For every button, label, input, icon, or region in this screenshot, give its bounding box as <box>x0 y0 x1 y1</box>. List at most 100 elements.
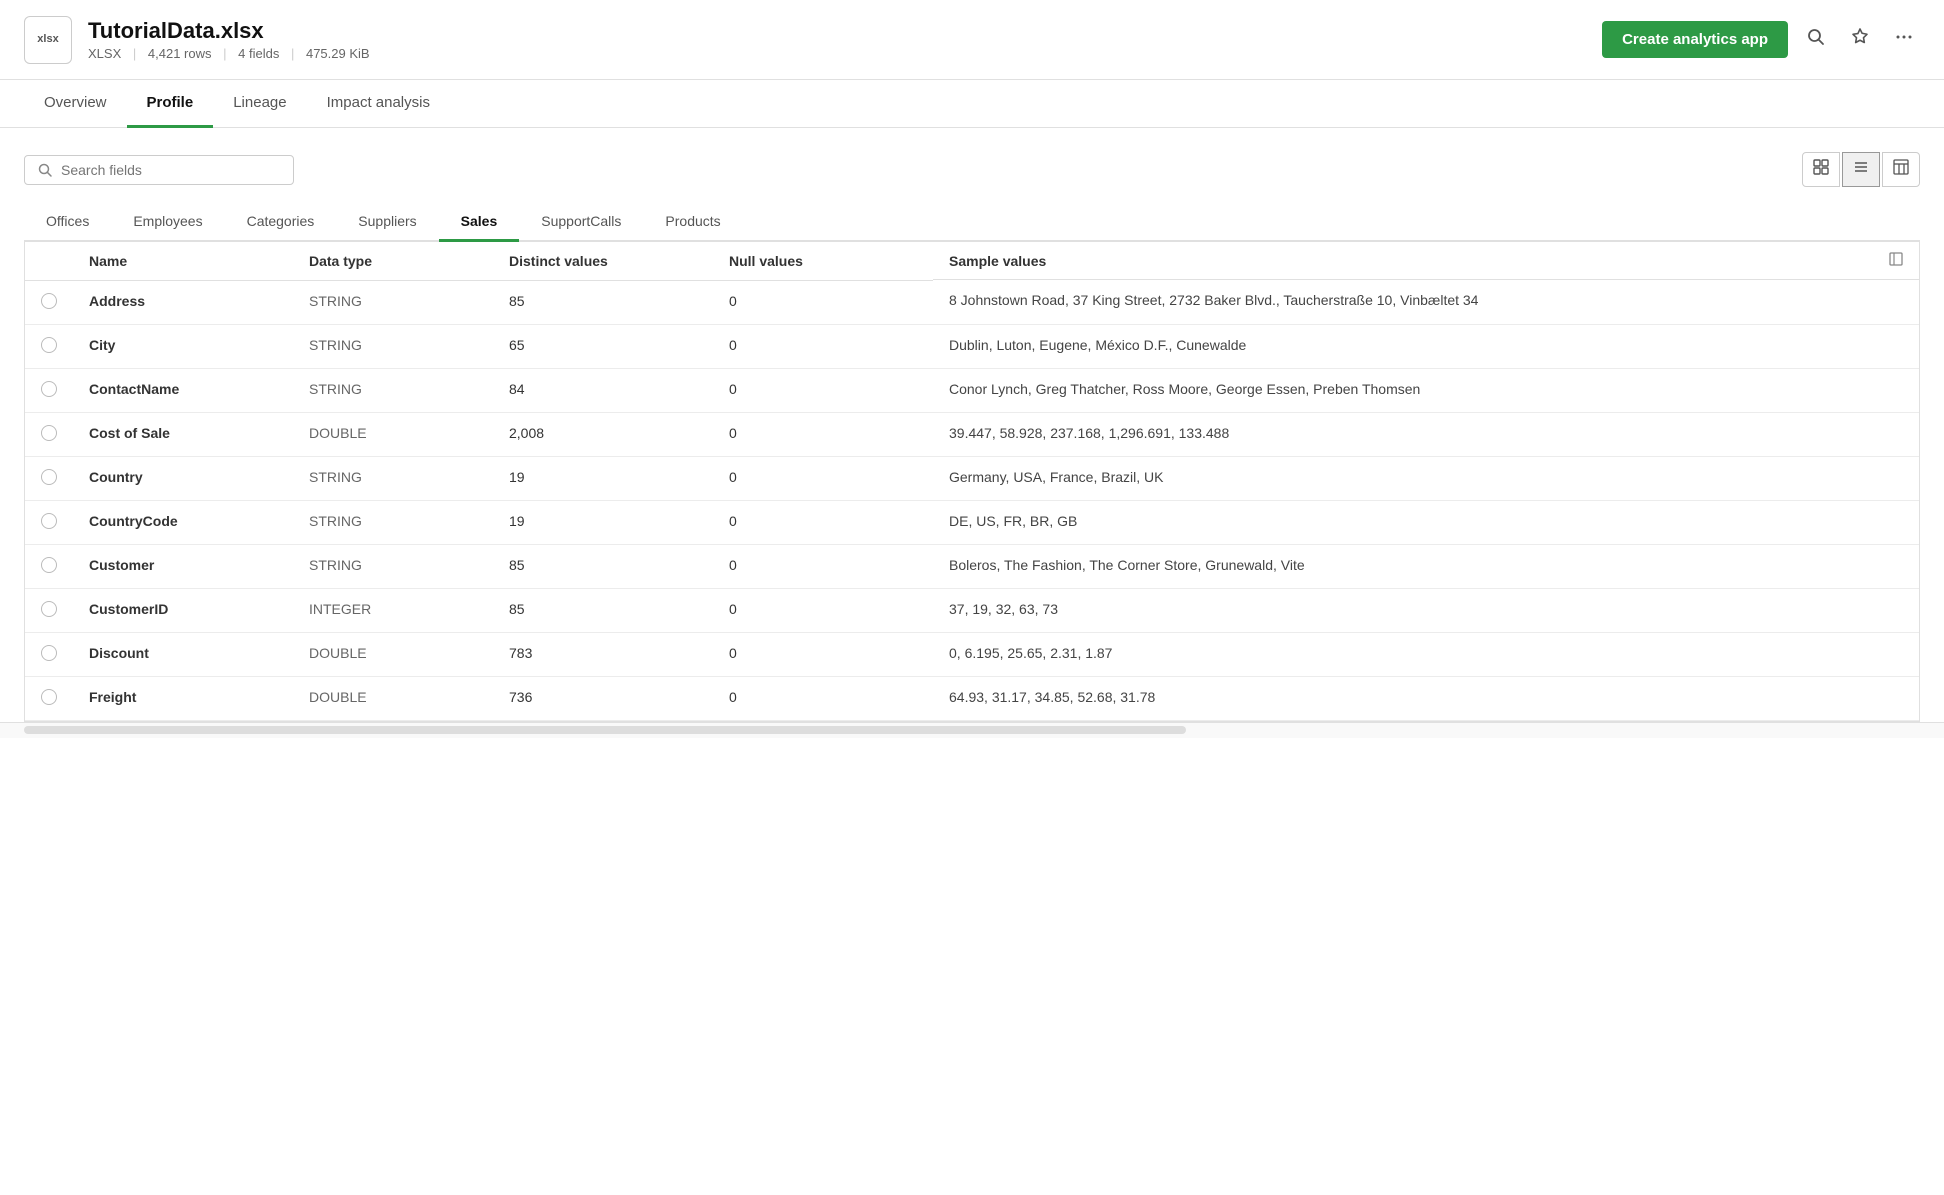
null-values-number: 0 <box>729 513 737 529</box>
row-checkbox-cell <box>25 280 73 324</box>
null-values-number: 0 <box>729 689 737 705</box>
distinct-values-cell: 84 <box>493 368 713 412</box>
sheet-tab-offices[interactable]: Offices <box>24 203 111 242</box>
sheet-tab-sales[interactable]: Sales <box>439 203 520 242</box>
row-checkbox[interactable] <box>41 337 57 353</box>
sheet-tab-suppliers[interactable]: Suppliers <box>336 203 438 242</box>
field-name-cell: City <box>73 324 293 368</box>
sample-values-text: Boleros, The Fashion, The Corner Store, … <box>949 557 1305 573</box>
table-header-row: Name Data type Distinct values Null valu… <box>25 242 1919 280</box>
data-type-value: STRING <box>309 557 362 573</box>
search-input[interactable] <box>61 162 281 178</box>
row-checkbox[interactable] <box>41 645 57 661</box>
sample-values-text: 39.447, 58.928, 237.168, 1,296.691, 133.… <box>949 425 1229 441</box>
view-controls <box>1802 152 1920 187</box>
bottom-scroll-bar <box>0 722 1944 738</box>
col-header-name: Name <box>73 242 293 280</box>
table-view-button[interactable] <box>1882 152 1920 187</box>
search-bar-row <box>24 152 1920 187</box>
app-header: xlsx TutorialData.xlsx XLSX | 4,421 rows… <box>0 0 1944 80</box>
table-row: Cost of Sale DOUBLE 2,008 0 39.447, 58.9… <box>25 412 1919 456</box>
data-type-cell: STRING <box>293 500 493 544</box>
grid-view-button[interactable] <box>1802 152 1840 187</box>
distinct-values-number: 783 <box>509 645 532 661</box>
sheet-tab-products[interactable]: Products <box>643 203 742 242</box>
row-checkbox[interactable] <box>41 425 57 441</box>
list-view-button[interactable] <box>1842 152 1880 187</box>
distinct-values-cell: 65 <box>493 324 713 368</box>
data-type-value: STRING <box>309 337 362 353</box>
row-checkbox-cell <box>25 632 73 676</box>
field-name: ContactName <box>89 381 179 397</box>
sample-values-label: Sample values <box>949 253 1046 269</box>
null-values-cell: 0 <box>713 368 933 412</box>
distinct-values-cell: 85 <box>493 588 713 632</box>
field-name-cell: Address <box>73 280 293 324</box>
null-values-number: 0 <box>729 337 737 353</box>
row-checkbox[interactable] <box>41 557 57 573</box>
sep1: | <box>133 46 136 61</box>
sample-values-expand-button[interactable] <box>1885 252 1903 269</box>
col-header-null-values: Null values <box>713 242 933 280</box>
tab-impact-analysis[interactable]: Impact analysis <box>307 80 450 128</box>
search-icon-button[interactable] <box>1800 23 1832 56</box>
row-checkbox-cell <box>25 412 73 456</box>
col-header-distinct-values: Distinct values <box>493 242 713 280</box>
distinct-values-number: 736 <box>509 689 532 705</box>
table-body: Address STRING 85 0 8 Johnstown Road, 37… <box>25 280 1919 720</box>
null-values-number: 0 <box>729 557 737 573</box>
data-table: Name Data type Distinct values Null valu… <box>25 242 1919 721</box>
sample-values-text: Conor Lynch, Greg Thatcher, Ross Moore, … <box>949 381 1420 397</box>
null-values-cell: 0 <box>713 632 933 676</box>
table-row: Country STRING 19 0 Germany, USA, France… <box>25 456 1919 500</box>
star-icon <box>1850 27 1870 47</box>
null-values-number: 0 <box>729 469 737 485</box>
field-name-cell: Cost of Sale <box>73 412 293 456</box>
nav-tabs: Overview Profile Lineage Impact analysis <box>0 80 1944 128</box>
sample-values-cell: 37, 19, 32, 63, 73 <box>933 588 1919 632</box>
sheet-tab-employees[interactable]: Employees <box>111 203 224 242</box>
tab-profile[interactable]: Profile <box>127 80 214 128</box>
search-icon <box>1806 27 1826 47</box>
expand-icon <box>1889 252 1903 266</box>
null-values-cell: 0 <box>713 324 933 368</box>
data-type-cell: INTEGER <box>293 588 493 632</box>
field-name: CustomerID <box>89 601 168 617</box>
more-options-button[interactable] <box>1888 23 1920 56</box>
star-icon-button[interactable] <box>1844 23 1876 56</box>
row-checkbox[interactable] <box>41 469 57 485</box>
tab-overview[interactable]: Overview <box>24 80 127 128</box>
data-type-cell: STRING <box>293 456 493 500</box>
field-name: Customer <box>89 557 154 573</box>
distinct-values-number: 2,008 <box>509 425 544 441</box>
row-checkbox[interactable] <box>41 381 57 397</box>
null-values-number: 0 <box>729 381 737 397</box>
distinct-values-cell: 19 <box>493 456 713 500</box>
search-icon <box>37 162 53 178</box>
row-checkbox-cell <box>25 500 73 544</box>
row-checkbox-cell <box>25 544 73 588</box>
row-checkbox[interactable] <box>41 601 57 617</box>
sample-values-cell: 64.93, 31.17, 34.85, 52.68, 31.78 <box>933 676 1919 720</box>
table-row: CustomerID INTEGER 85 0 37, 19, 32, 63, … <box>25 588 1919 632</box>
sample-values-text: Dublin, Luton, Eugene, México D.F., Cune… <box>949 337 1246 353</box>
sheet-tab-support-calls[interactable]: SupportCalls <box>519 203 643 242</box>
row-checkbox[interactable] <box>41 293 57 309</box>
null-values-cell: 0 <box>713 500 933 544</box>
row-checkbox[interactable] <box>41 689 57 705</box>
tab-lineage[interactable]: Lineage <box>213 80 306 128</box>
distinct-values-cell: 736 <box>493 676 713 720</box>
row-checkbox[interactable] <box>41 513 57 529</box>
distinct-values-cell: 85 <box>493 280 713 324</box>
sep3: | <box>291 46 294 61</box>
bottom-scroll-thumb <box>24 726 1186 734</box>
null-values-cell: 0 <box>713 456 933 500</box>
sheet-tab-categories[interactable]: Categories <box>225 203 337 242</box>
col-header-sample-values: Sample values <box>933 242 1919 280</box>
data-type-value: DOUBLE <box>309 689 367 705</box>
create-analytics-app-button[interactable]: Create analytics app <box>1602 21 1788 58</box>
distinct-values-number: 85 <box>509 601 525 617</box>
data-type-cell: STRING <box>293 368 493 412</box>
grid-view-icon <box>1813 159 1829 175</box>
sep2: | <box>223 46 226 61</box>
